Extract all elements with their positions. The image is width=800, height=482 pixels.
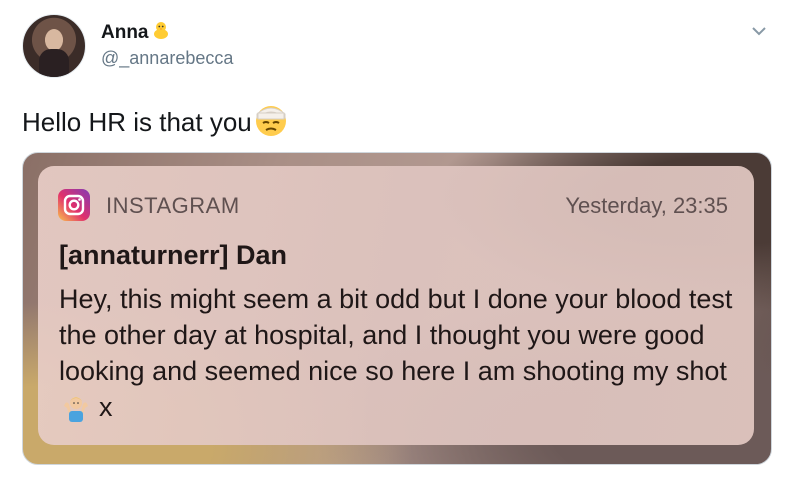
tweet-text-content: Hello HR is that you — [22, 107, 252, 137]
notification-message-text: Hey, this might seem a bit odd but I don… — [59, 284, 733, 386]
notification-time: Yesterday, 23:35 — [565, 193, 728, 218]
user-handle[interactable]: @_annarebecca — [101, 48, 233, 69]
bandaged-face-icon — [254, 104, 288, 145]
person-shrugging-icon — [61, 392, 91, 431]
avatar[interactable] — [22, 14, 86, 78]
instagram-icon — [58, 189, 90, 221]
notification-message: Hey, this might seem a bit odd but I don… — [59, 281, 739, 431]
notification-app-name: INSTAGRAM — [106, 193, 240, 218]
tweet-text: Hello HR is that you — [22, 104, 288, 145]
baby-chick-icon — [151, 20, 171, 46]
chevron-down-icon[interactable] — [750, 22, 768, 40]
display-name-text[interactable]: Anna — [101, 22, 149, 43]
notification-sender: [annaturnerr] Dan — [59, 240, 288, 270]
notification-message-signoff: x — [99, 392, 113, 422]
display-name[interactable]: Anna — [101, 20, 171, 46]
